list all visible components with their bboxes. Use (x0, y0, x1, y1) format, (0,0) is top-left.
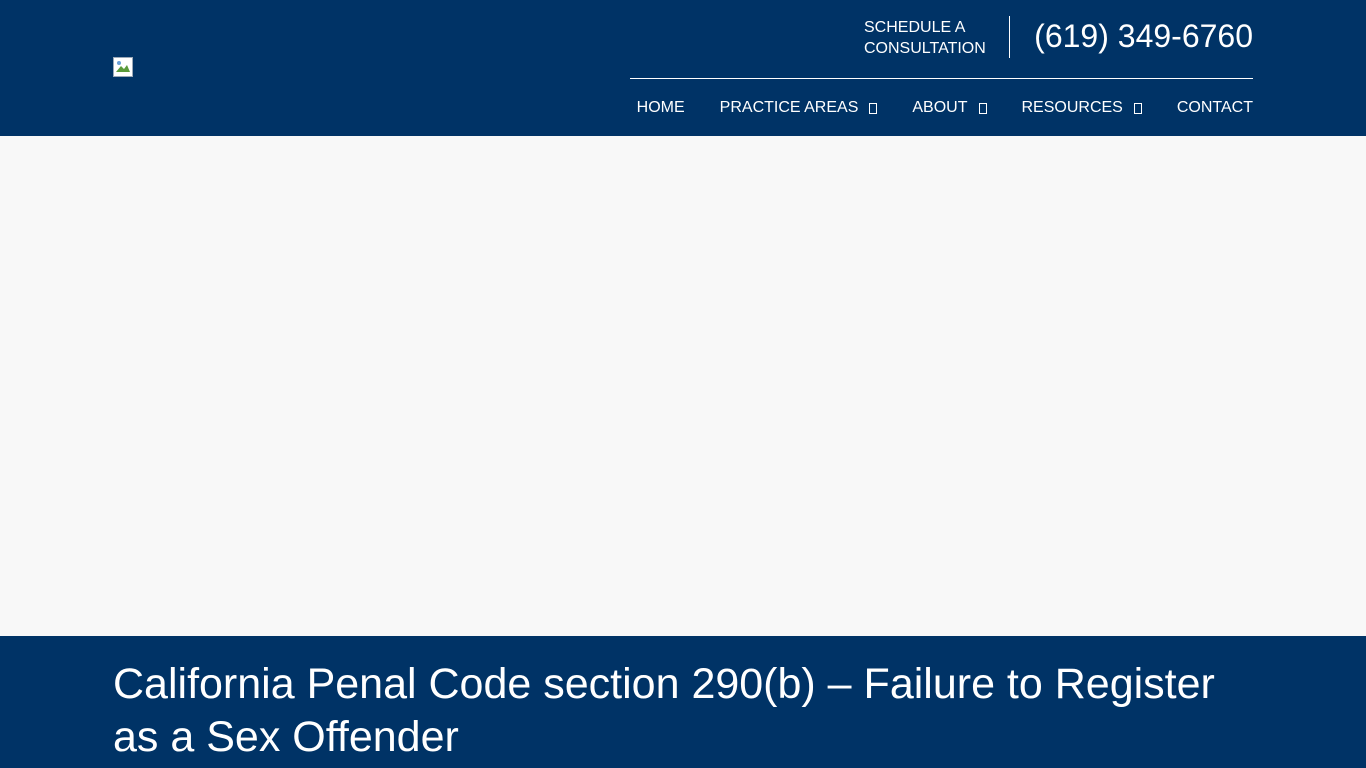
nav-item-contact[interactable]: CONTACT (1177, 97, 1253, 119)
nav-item-home[interactable]: HOME (637, 97, 685, 119)
header-vertical-divider (1009, 16, 1010, 58)
nav-item-label: RESOURCES (1021, 99, 1123, 116)
chevron-down-icon[interactable] (869, 102, 878, 114)
nav-item-label: PRACTICE AREAS (719, 99, 859, 116)
schedule-line-2: CONSULTATION (864, 40, 986, 57)
schedule-line-1: SCHEDULE A (864, 19, 966, 36)
main-navigation: HOME PRACTICE AREAS ABOUT RESOURCES CONT… (637, 97, 1253, 119)
chevron-down-icon[interactable] (1133, 102, 1142, 114)
hero-banner (0, 136, 1366, 636)
nav-item-label: HOME (636, 99, 685, 116)
site-logo[interactable] (113, 57, 133, 77)
broken-image-icon (114, 58, 132, 76)
header-horizontal-divider (630, 78, 1253, 79)
page-title: California Penal Code section 290(b) – F… (113, 660, 1215, 761)
nav-item-label: CONTACT (1176, 99, 1253, 116)
phone-number-link[interactable]: (619) 349-6760 (1034, 17, 1253, 55)
nav-item-practice-areas[interactable]: PRACTICE AREAS (720, 97, 878, 119)
chevron-down-icon[interactable] (978, 102, 987, 114)
nav-item-resources[interactable]: RESOURCES (1022, 97, 1142, 119)
page-title-band: California Penal Code section 290(b) – F… (0, 636, 1366, 768)
schedule-consultation-link[interactable]: SCHEDULE A CONSULTATION (864, 17, 986, 59)
site-header: SCHEDULE A CONSULTATION (619) 349-6760 H… (0, 0, 1366, 136)
nav-item-label: ABOUT (912, 99, 968, 116)
nav-item-about[interactable]: ABOUT (912, 97, 987, 119)
